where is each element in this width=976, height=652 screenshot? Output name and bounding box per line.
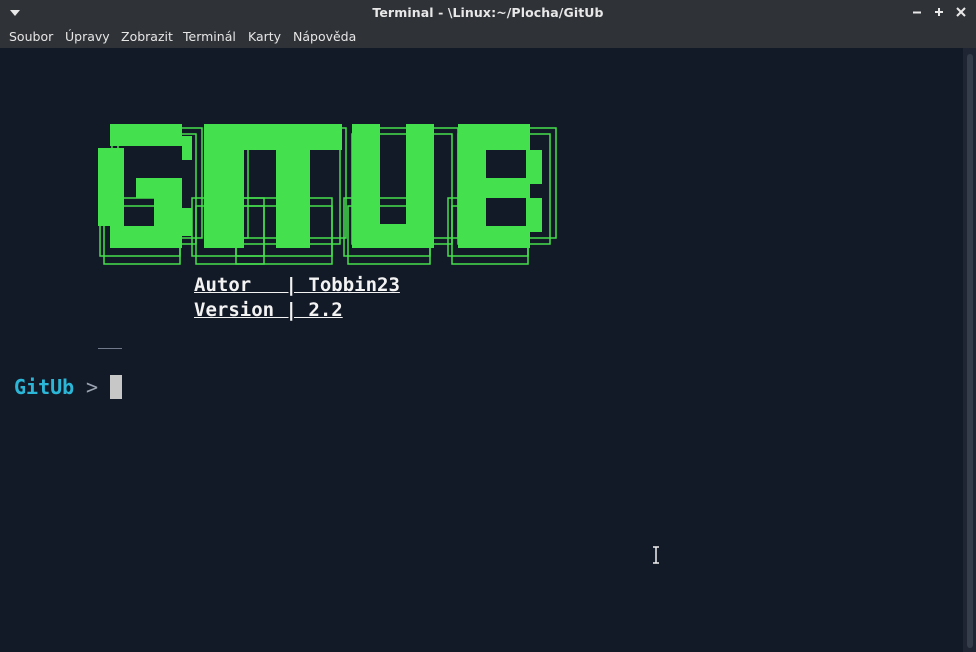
menu-upravy[interactable]: Úpravy bbox=[65, 29, 110, 44]
prompt-arrow: > bbox=[86, 375, 99, 399]
menu-terminal[interactable]: Terminál bbox=[183, 29, 236, 44]
terminal-area[interactable]: Autor | Tobbin23 Version | 2.2 GitUb > bbox=[0, 48, 976, 652]
menu-napoveda[interactable]: Nápověda bbox=[293, 29, 356, 44]
menu-karty[interactable]: Karty bbox=[248, 29, 281, 44]
text-cursor bbox=[110, 375, 122, 399]
menu-soubor[interactable]: Soubor bbox=[9, 29, 53, 44]
title-bar: Terminal - \Linux:~/Plocha/GitUb bbox=[0, 0, 976, 26]
menu-zobrazit[interactable]: Zobrazit bbox=[121, 29, 173, 44]
window-title: Terminal - \Linux:~/Plocha/GitUb bbox=[372, 5, 604, 20]
version-line: Version | 2.2 bbox=[194, 299, 343, 321]
i-beam-cursor-icon bbox=[653, 546, 659, 564]
scrollbar[interactable] bbox=[963, 48, 976, 652]
author-line: Autor | Tobbin23 bbox=[194, 274, 400, 296]
scrollbar-thumb[interactable] bbox=[967, 54, 973, 648]
maximize-icon[interactable] bbox=[932, 5, 946, 19]
menu-bar: Soubor Úpravy Zobrazit Terminál Karty Ná… bbox=[0, 26, 976, 48]
prompt-label: GitUb bbox=[14, 375, 75, 399]
close-icon[interactable] bbox=[954, 5, 968, 19]
gitub-ascii-logo bbox=[98, 124, 557, 265]
separator-line bbox=[98, 348, 122, 349]
minimize-icon[interactable] bbox=[910, 5, 924, 19]
